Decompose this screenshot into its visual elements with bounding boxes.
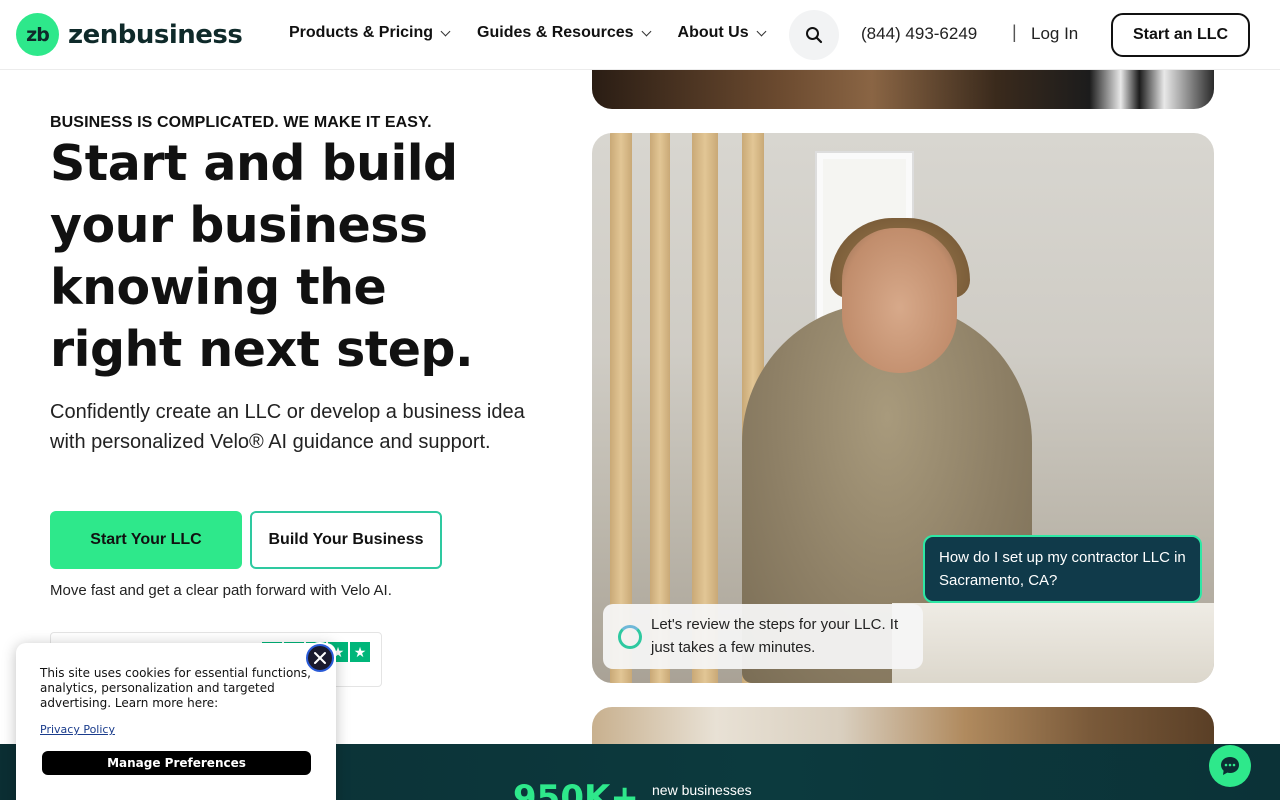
headline-line: Start and build — [50, 135, 458, 192]
contractor-head — [842, 228, 957, 373]
nav-label: About Us — [677, 24, 749, 41]
wall-stud — [692, 133, 718, 683]
chat-icon — [1221, 757, 1239, 775]
nav-label: Guides & Resources — [477, 24, 634, 41]
loading-spinner-icon — [618, 625, 642, 649]
chat-launcher-button[interactable] — [1209, 745, 1251, 787]
search-button[interactable] — [789, 10, 839, 60]
wall-stud — [610, 133, 632, 683]
header-separator: | — [1012, 22, 1017, 42]
zenbusiness-logo[interactable]: zb zenbusiness — [16, 13, 243, 56]
wall-stud — [650, 133, 670, 683]
hero-headline: Start and build your business knowing th… — [50, 133, 550, 381]
nav-products-pricing[interactable]: Products & Pricing — [289, 24, 451, 42]
chevron-down-icon — [641, 26, 651, 36]
chevron-down-icon — [756, 26, 767, 36]
hero-subtext: Confidently create an LLC or develop a b… — [50, 401, 525, 453]
close-icon — [314, 652, 326, 664]
nav-label: Products & Pricing — [289, 24, 434, 41]
hero-note: Move fast and get a clear path forward w… — [50, 582, 392, 599]
nav-about-us[interactable]: About Us — [677, 24, 767, 42]
star-icon: ★ — [350, 642, 370, 662]
start-an-llc-button[interactable]: Start an LLC — [1111, 13, 1250, 57]
cookie-banner: This site uses cookies for essential fun… — [16, 643, 336, 800]
phone-number[interactable]: (844) 493-6249 — [861, 24, 977, 44]
logo-wordmark: zenbusiness — [68, 19, 243, 50]
hero-eyebrow: BUSINESS IS COMPLICATED. WE MAKE IT EASY… — [50, 114, 432, 131]
build-your-business-button[interactable]: Build Your Business — [250, 511, 442, 569]
headline-line: your business — [50, 197, 428, 254]
ai-message-text: Let's review the steps for your LLC. It … — [651, 616, 899, 656]
stat-number: 950K+ — [513, 778, 639, 800]
search-icon — [806, 27, 823, 44]
chevron-down-icon — [440, 26, 451, 36]
login-link[interactable]: Log In — [1031, 24, 1078, 44]
privacy-policy-link[interactable]: Privacy Policy — [40, 723, 115, 736]
main-nav: Products & Pricing Guides & Resources Ab… — [289, 24, 793, 42]
logo-badge: zb — [16, 13, 59, 56]
user-chat-bubble: How do I set up my contractor LLC in Sac… — [923, 535, 1202, 603]
ai-chat-bubble: Let's review the steps for your LLC. It … — [603, 604, 923, 669]
cookie-close-button[interactable] — [306, 644, 334, 672]
start-your-llc-button[interactable]: Start Your LLC — [50, 511, 242, 569]
site-header: zb zenbusiness Products & Pricing Guides… — [0, 0, 1280, 70]
stat-label: new businesses — [652, 782, 752, 798]
nav-guides-resources[interactable]: Guides & Resources — [477, 24, 651, 42]
cookie-text: This site uses cookies for essential fun… — [40, 666, 311, 710]
headline-line: right next step. — [50, 321, 474, 378]
blueprint-table — [892, 603, 1214, 683]
manage-preferences-button[interactable]: Manage Preferences — [42, 751, 311, 775]
headline-line: knowing the — [50, 259, 387, 316]
